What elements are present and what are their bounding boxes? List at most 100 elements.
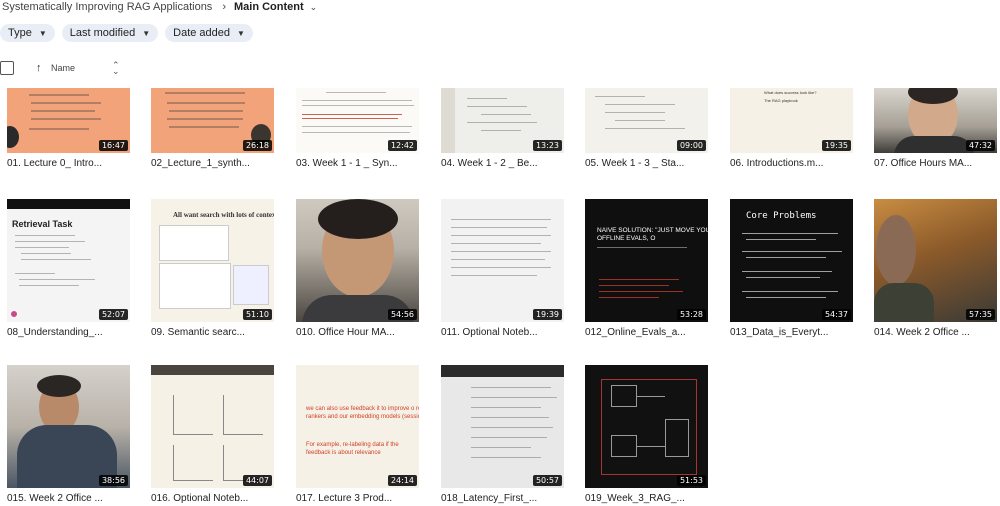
file-title: 019_Week_3_RAG_... — [585, 493, 685, 504]
file-title: 017. Lecture 3 Prod... — [296, 493, 393, 504]
duration-badge: 19:35 — [821, 140, 851, 151]
video-thumbnail: Retrieval Task 52:07 — [7, 199, 130, 322]
video-thumbnail: All want search with lots of contex 51:1… — [151, 199, 274, 322]
video-thumbnail: 16:47 — [7, 88, 130, 153]
chevron-down-icon: ▼ — [38, 28, 47, 38]
file-tile[interactable]: 47:32 07. Office Hours MA... — [874, 88, 997, 169]
file-tile[interactable]: NAIVE SOLUTION: "JUST MOVE YOUR OFFLINE … — [585, 199, 708, 338]
file-title: 02_Lecture_1_synth... — [151, 158, 250, 169]
video-thumbnail: 38:56 — [7, 365, 130, 488]
duration-badge: 57:35 — [965, 309, 995, 320]
sort-toggle-icon[interactable]: ⌃ ⌄ — [112, 61, 120, 76]
file-tile[interactable]: Retrieval Task 52:07 08_Understanding_..… — [7, 199, 130, 338]
duration-badge: 53:28 — [676, 309, 706, 320]
file-tile[interactable]: 09:00 05. Week 1 - 3 _ Sta... — [585, 88, 708, 169]
file-tile[interactable]: 12:42 03. Week 1 - 1 _ Syn... — [296, 88, 419, 169]
filter-type-label: Type — [8, 27, 32, 39]
file-tile[interactable]: 13:23 04. Week 1 - 2 _ Be... — [441, 88, 564, 169]
duration-badge: 38:56 — [98, 475, 128, 486]
breadcrumb: Systematically Improving RAG Application… — [2, 0, 317, 14]
file-tile[interactable]: 50:57 018_Latency_First_... — [441, 365, 564, 504]
file-tile[interactable]: What does success look like? The RAG pla… — [730, 88, 853, 169]
file-title: 014. Week 2 Office ... — [874, 327, 970, 338]
filter-date-added-label: Date added — [173, 27, 231, 39]
thumbnail-heading: What does success look like? — [764, 90, 817, 95]
file-title: 011. Optional Noteb... — [441, 327, 538, 338]
thumbnail-heading: Retrieval Task — [12, 219, 73, 229]
video-thumbnail: Core Problems 54:37 — [730, 199, 853, 322]
video-thumbnail: we can also use feedback it to improve o… — [296, 365, 419, 488]
duration-badge: 54:56 — [387, 309, 417, 320]
duration-badge: 24:14 — [387, 475, 417, 486]
chevron-down-icon: ▼ — [142, 28, 151, 38]
video-thumbnail: 13:23 — [441, 88, 564, 153]
file-title: 09. Semantic searc... — [151, 327, 245, 338]
filter-chips: Type ▼ Last modified ▼ Date added ▼ — [0, 24, 253, 42]
breadcrumb-separator-icon: › — [222, 1, 226, 13]
thumbnail-heading: NAIVE SOLUTION: "JUST MOVE YOUR OFFLINE … — [597, 227, 708, 242]
file-tile[interactable]: we can also use feedback it to improve o… — [296, 365, 419, 504]
video-thumbnail: 12:42 — [296, 88, 419, 153]
file-title: 05. Week 1 - 3 _ Sta... — [585, 158, 685, 169]
thumbnail-heading: we can also use feedback it to improve o… — [306, 406, 419, 420]
filter-last-modified-label: Last modified — [69, 27, 136, 39]
select-all-checkbox[interactable] — [0, 61, 14, 75]
file-tile[interactable]: 44:07 016. Optional Noteb... — [151, 365, 274, 504]
file-title: 010. Office Hour MA... — [296, 327, 395, 338]
file-tile[interactable]: Core Problems 54:37 013_Data_is_Everyt..… — [730, 199, 853, 338]
duration-badge: 47:32 — [965, 140, 995, 151]
duration-badge: 26:18 — [242, 140, 272, 151]
sort-name-label[interactable]: Name — [51, 63, 75, 73]
video-thumbnail: 50:57 — [441, 365, 564, 488]
file-tile[interactable]: All want search with lots of contex 51:1… — [151, 199, 274, 338]
duration-badge: 51:53 — [676, 475, 706, 486]
file-title: 03. Week 1 - 1 _ Syn... — [296, 158, 398, 169]
video-thumbnail: 51:53 — [585, 365, 708, 488]
chevron-down-icon: ▼ — [237, 28, 245, 38]
video-thumbnail: 19:39 — [441, 199, 564, 322]
arrow-up-icon[interactable]: ↑ — [36, 62, 42, 74]
video-thumbnail: What does success look like? The RAG pla… — [730, 88, 853, 153]
file-title: 08_Understanding_... — [7, 327, 103, 338]
file-title: 018_Latency_First_... — [441, 493, 538, 504]
file-title: 01. Lecture 0_ Intro... — [7, 158, 103, 169]
file-tile[interactable]: 38:56 015. Week 2 Office ... — [7, 365, 130, 504]
duration-badge: 50:57 — [532, 475, 562, 486]
file-tile[interactable]: 54:56 010. Office Hour MA... — [296, 199, 419, 338]
video-thumbnail: NAIVE SOLUTION: "JUST MOVE YOUR OFFLINE … — [585, 199, 708, 322]
duration-badge: 16:47 — [98, 140, 128, 151]
filter-last-modified[interactable]: Last modified ▼ — [61, 24, 159, 42]
duration-badge: 09:00 — [676, 140, 706, 151]
duration-badge: 54:37 — [821, 309, 851, 320]
thumbnail-caption: The RAG playbook — [764, 98, 798, 103]
duration-badge: 44:07 — [242, 475, 272, 486]
file-title: 06. Introductions.m... — [730, 158, 824, 169]
duration-badge: 51:10 — [242, 309, 272, 320]
duration-badge: 13:23 — [532, 140, 562, 151]
video-thumbnail: 47:32 — [874, 88, 997, 153]
file-title: 04. Week 1 - 2 _ Be... — [441, 158, 538, 169]
filter-date-added[interactable]: Date added ▼ — [165, 24, 253, 42]
duration-badge: 52:07 — [98, 309, 128, 320]
file-title: 013_Data_is_Everyt... — [730, 327, 829, 338]
file-title: 015. Week 2 Office ... — [7, 493, 103, 504]
file-title: 07. Office Hours MA... — [874, 158, 973, 169]
duration-badge: 19:39 — [532, 309, 562, 320]
breadcrumb-root[interactable]: Systematically Improving RAG Application… — [2, 1, 212, 13]
video-thumbnail: 44:07 — [151, 365, 274, 488]
thumbnail-heading: All want search with lots of contex — [173, 211, 274, 219]
video-thumbnail: 54:56 — [296, 199, 419, 322]
file-tile[interactable]: 26:18 02_Lecture_1_synth... — [151, 88, 274, 169]
thumbnail-heading: Core Problems — [746, 211, 817, 221]
breadcrumb-current[interactable]: Main Content — [234, 1, 304, 13]
file-tile[interactable]: 57:35 014. Week 2 Office ... — [874, 199, 997, 338]
chevron-down-icon[interactable]: ⌄ — [310, 2, 318, 13]
file-tile[interactable]: 16:47 01. Lecture 0_ Intro... — [7, 88, 130, 169]
thumbnail-caption: For example, re-labeling data if the fee… — [306, 442, 399, 456]
file-tile[interactable]: 19:39 011. Optional Noteb... — [441, 199, 564, 338]
file-title: 016. Optional Noteb... — [151, 493, 249, 504]
file-title: 012_Online_Evals_a... — [585, 327, 686, 338]
filter-type[interactable]: Type ▼ — [0, 24, 55, 42]
duration-badge: 12:42 — [387, 140, 417, 151]
file-tile[interactable]: 51:53 019_Week_3_RAG_... — [585, 365, 708, 504]
